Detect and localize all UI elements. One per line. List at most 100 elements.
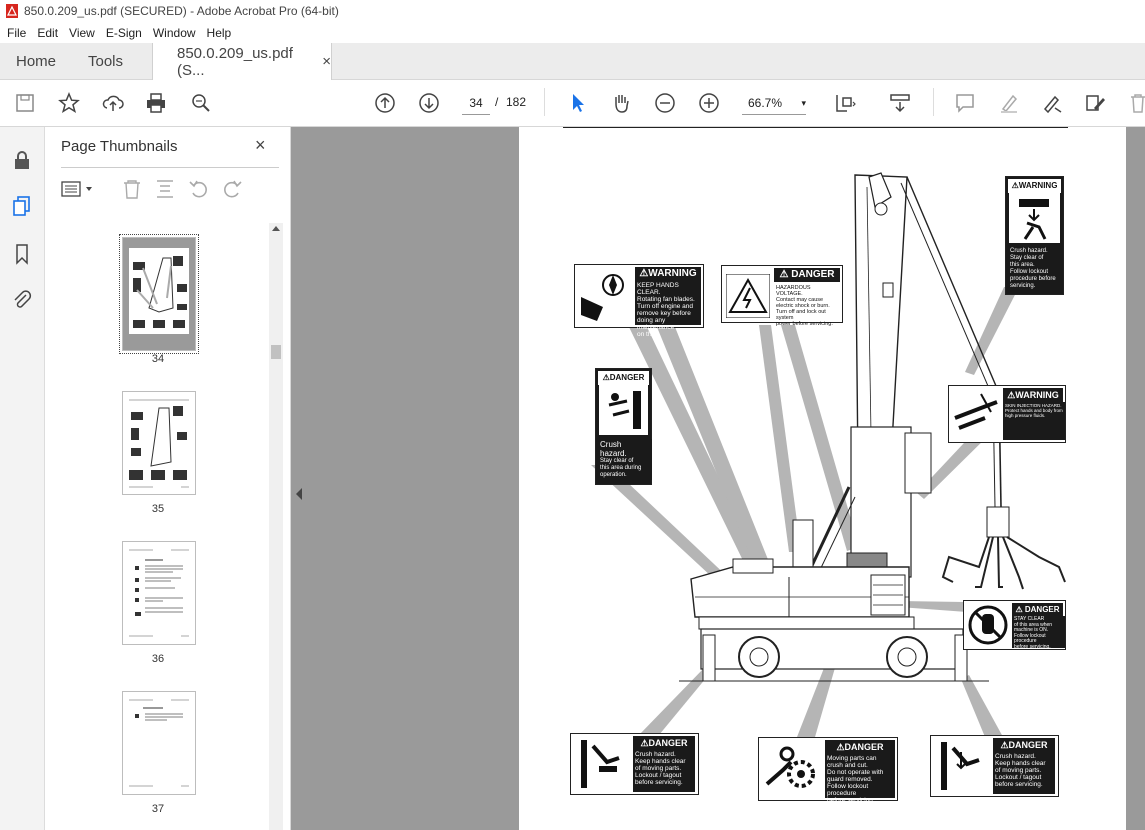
label-line: Do not operate with <box>827 769 884 776</box>
options-menu-icon[interactable] <box>61 177 95 201</box>
thumbnail-label-37: 37 <box>151 803 165 815</box>
page-number-input[interactable]: 34 <box>462 92 490 115</box>
menu-view[interactable]: View <box>69 26 95 40</box>
close-icon[interactable]: × <box>255 135 266 156</box>
label-line: doing any maintenance <box>637 317 675 331</box>
crush-hazard-icon <box>599 385 648 435</box>
label-line: before servicing. <box>827 797 875 804</box>
comment-button[interactable] <box>953 91 977 115</box>
label-line: Follow lockout <box>1010 269 1049 275</box>
tab-tools[interactable]: Tools <box>88 43 123 79</box>
tab-home[interactable]: Home <box>16 43 56 79</box>
rotate-right-icon[interactable] <box>221 177 243 201</box>
sign-button[interactable] <box>1040 91 1064 115</box>
page-thumbnail-36[interactable] <box>122 541 196 645</box>
label-line: Turn off engine and <box>637 303 694 310</box>
label-line: Keep hands clear <box>995 760 1046 767</box>
thumbnails-scrollbar[interactable] <box>269 223 283 830</box>
warning-label-skin-injection: ⚠WARNING SKIN INJECTION HAZARD. Protect … <box>948 385 1066 443</box>
skin-injection-icon <box>951 388 1001 438</box>
rotate-left-icon[interactable] <box>188 177 210 201</box>
crush-hazard-icon <box>1009 193 1060 243</box>
lock-icon[interactable] <box>11 149 33 171</box>
label-line: procedure before <box>1010 276 1056 282</box>
tab-close-icon[interactable]: × <box>322 53 331 70</box>
label-line: operation. <box>600 472 627 478</box>
delete-button[interactable] <box>1126 91 1145 115</box>
find-button[interactable] <box>189 91 213 115</box>
bookmark-star-button[interactable] <box>57 91 81 115</box>
highlight-button[interactable] <box>997 91 1021 115</box>
attachment-icon[interactable] <box>11 289 33 311</box>
no-hand-icon <box>968 605 1008 645</box>
fan-hazard-icon <box>577 267 633 323</box>
upload-button[interactable] <box>101 91 125 115</box>
cursor-arrow-icon <box>573 94 584 112</box>
label-text-bottom-left: Crush hazard. Keep hands clear of moving… <box>633 750 695 792</box>
select-tool-button[interactable] <box>566 91 590 115</box>
print-button[interactable] <box>144 91 168 115</box>
scroll-mode-icon <box>890 94 910 113</box>
zoom-out-button[interactable] <box>653 91 677 115</box>
label-text-voltage: HAZARDOUS VOLTAGE. Contact may cause ele… <box>774 284 842 328</box>
fill-sign-button[interactable] <box>1083 91 1107 115</box>
label-line: this area during <box>600 465 642 471</box>
label-line: of moving parts. <box>995 767 1042 774</box>
zoom-level-select[interactable]: 66.7% ▾ <box>742 92 806 115</box>
panel-title: Page Thumbnails <box>61 138 178 155</box>
save-button[interactable] <box>13 91 37 115</box>
thumbnail-label-35: 35 <box>151 503 165 515</box>
menu-esign[interactable]: E-Sign <box>106 26 142 40</box>
arrow-up-circle-icon <box>375 93 395 113</box>
label-text-fan: KEEP HANDS CLEAR. Rotating fan blades. T… <box>635 281 701 338</box>
label-header: ⚠DANGER <box>633 736 695 750</box>
scrollbar-thumb[interactable] <box>271 345 281 359</box>
page-separator: / <box>495 95 499 109</box>
scroll-mode-button[interactable] <box>888 91 912 115</box>
page-fit-button[interactable] <box>833 91 857 115</box>
page-thumbnail-35[interactable] <box>122 391 196 495</box>
label-header: ⚠ DANGER <box>1012 603 1063 617</box>
label-line: on this <box>637 331 657 338</box>
page-thumbnail-37[interactable] <box>122 691 196 795</box>
collapse-panel-icon[interactable] <box>292 480 306 508</box>
save-icon <box>16 94 34 112</box>
label-line: before servicing. <box>635 779 683 786</box>
acrobat-app-icon <box>6 4 18 18</box>
label-line: Keep hands clear <box>635 758 686 765</box>
page-thumbnail-34[interactable] <box>119 234 199 354</box>
hand-tool-button[interactable] <box>609 91 633 115</box>
menu-window[interactable]: Window <box>153 26 196 40</box>
tab-home-label: Home <box>16 52 57 70</box>
toolbar-divider <box>933 88 934 116</box>
danger-label-voltage: ⚠ DANGER HAZARDOUS VOLTAGE. Contact may … <box>721 265 843 327</box>
label-line: Follow lockout procedure <box>827 783 869 797</box>
danger-label-crush-bottom-right: ⚠DANGER Crush hazard. Keep hands clear o… <box>930 735 1059 797</box>
menu-help[interactable]: Help <box>207 26 232 40</box>
label-text-stay-clear: STAY CLEAR of this area when machine is … <box>1012 616 1065 650</box>
label-header: ⚠ DANGER <box>774 268 840 282</box>
label-line: Turn off and lock out system <box>776 309 826 321</box>
tab-document-label: 850.0.209_us.pdf (S... <box>177 44 293 79</box>
previous-page-button[interactable] <box>373 91 397 115</box>
trash-icon <box>1131 94 1145 113</box>
scroll-up-icon[interactable] <box>272 225 280 231</box>
extract-page-icon[interactable] <box>154 177 176 201</box>
label-line: Crush hazard. <box>635 751 676 758</box>
menu-file[interactable]: File <box>7 26 26 40</box>
page-thumbnails-icon[interactable] <box>11 195 33 217</box>
zoom-in-button[interactable] <box>697 91 721 115</box>
tab-document[interactable]: 850.0.209_us.pdf (S... × <box>152 43 332 80</box>
thumbnail-label-36: 36 <box>151 653 165 665</box>
warning-label-fan: ⚠WARNING KEEP HANDS CLEAR. Rotating fan … <box>574 264 704 338</box>
label-text-bottom-right: Crush hazard. Keep hands clear of moving… <box>993 752 1055 794</box>
tab-bar: Home Tools 850.0.209_us.pdf (S... × <box>0 43 1145 80</box>
menu-edit[interactable]: Edit <box>37 26 58 40</box>
next-page-button[interactable] <box>417 91 441 115</box>
danger-label-stay-clear: ⚠ DANGER STAY CLEAR of this area when ma… <box>963 600 1066 650</box>
label-line: before servicing. <box>1014 643 1051 650</box>
delete-page-icon[interactable] <box>121 177 143 201</box>
label-text-injection: SKIN INJECTION HAZARD. Protect hands and… <box>1003 402 1065 440</box>
bookmark-icon[interactable] <box>11 243 33 265</box>
warning-label-crush-top: ⚠WARNING Crush hazard. Stay clear of thi… <box>1005 176 1064 295</box>
